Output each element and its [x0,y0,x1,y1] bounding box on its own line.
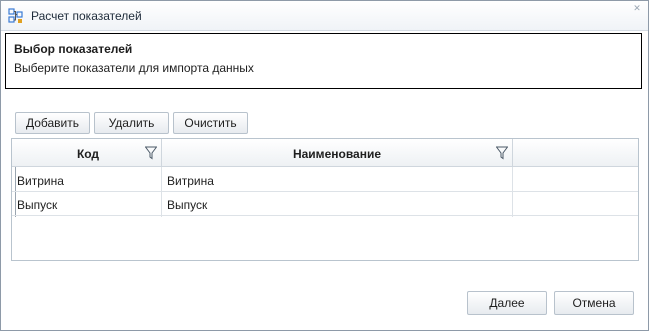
title-bar: Расчет показателей ✕ [1,1,648,31]
header-subtitle: Выберите показатели для импорта данных [14,61,254,75]
dialog-content: Выбор показателей Выберите показатели дл… [1,32,648,330]
next-button[interactable]: Далее [467,291,547,315]
table-row[interactable]: Выпуск Выпуск [12,192,638,216]
column-header-name[interactable]: Наименование [162,139,512,167]
table-header: Код Наименование [12,139,638,167]
filter-icon[interactable] [495,146,509,160]
add-button[interactable]: Добавить [15,112,90,134]
cell-code: Витрина [17,174,64,188]
cell-code: Выпуск [17,198,58,212]
cancel-button[interactable]: Отмена [554,291,634,315]
table-row[interactable]: Витрина Витрина [12,168,638,192]
wizard-header: Выбор показателей Выберите показатели дл… [5,33,642,89]
header-title: Выбор показателей [14,42,133,56]
window-title: Расчет показателей [31,9,142,23]
calculation-grid-icon [8,8,24,24]
cell-name: Витрина [167,174,214,188]
clear-button[interactable]: Очистить [173,112,248,134]
filter-icon[interactable] [144,146,158,160]
close-icon[interactable]: ✕ [630,3,644,13]
cell-name: Выпуск [167,198,208,212]
column-header-code[interactable]: Код [16,139,160,167]
delete-button[interactable]: Удалить [94,112,169,134]
column-header-extra [513,139,638,167]
indicators-table: Код Наименование Витрина Витрина Выпуск [11,138,639,261]
dialog-window: Расчет показателей ✕ Выбор показателей В… [0,0,649,331]
